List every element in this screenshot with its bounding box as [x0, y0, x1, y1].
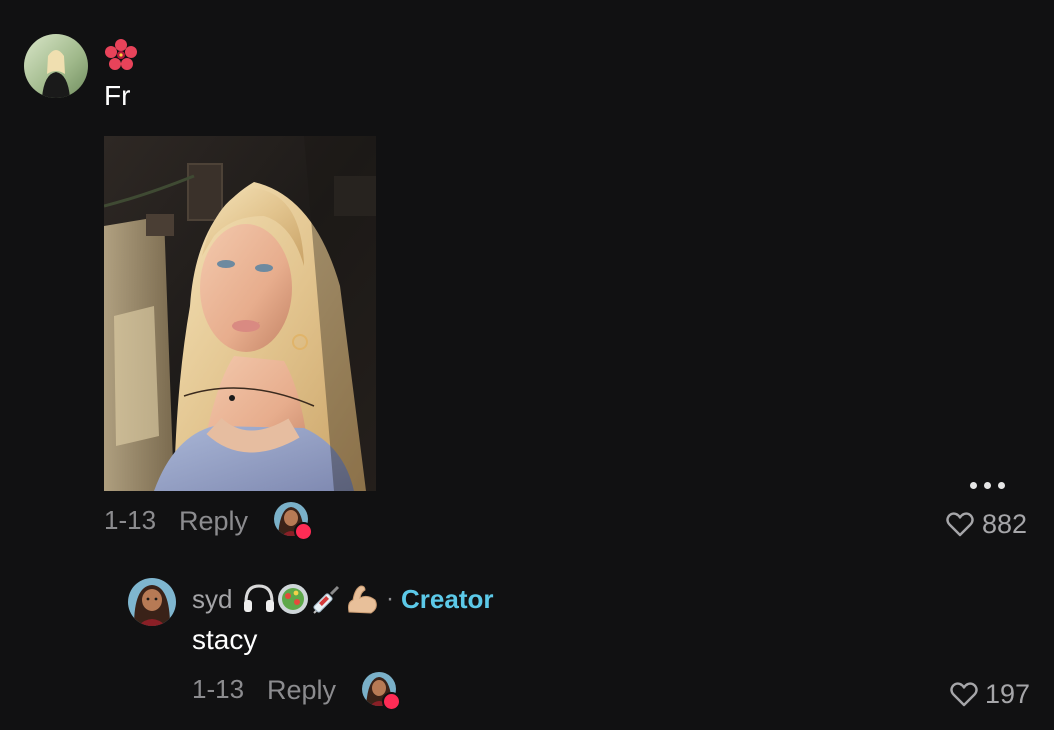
- username-emoji: [104, 38, 138, 79]
- reply-username[interactable]: syd: [192, 584, 232, 614]
- reply-text: stacy: [192, 624, 258, 655]
- salad-icon: [278, 584, 308, 614]
- reply-username-emojis: [243, 582, 381, 616]
- headphones-icon: [244, 584, 274, 612]
- syringe-icon: [313, 585, 340, 614]
- reply-liked-heart-icon: [382, 692, 401, 711]
- creator-liked-badge: [274, 502, 313, 541]
- reply-like-heart-icon[interactable]: [950, 681, 978, 712]
- comment-photo[interactable]: [104, 136, 376, 491]
- comment-like-count: 882: [982, 509, 1028, 539]
- creator-badge: Creator: [401, 584, 494, 614]
- reply-date: 1-13: [192, 674, 245, 704]
- reply-like-count: 197: [985, 679, 1031, 709]
- comment-reply-button[interactable]: Reply: [179, 505, 248, 537]
- reply-reply-button[interactable]: Reply: [267, 674, 336, 706]
- flexed-biceps-icon: [348, 585, 377, 614]
- reply-avatar[interactable]: [128, 578, 176, 626]
- comment-text: Fr: [104, 80, 131, 111]
- reply-creator-liked-badge: [362, 672, 401, 711]
- hibiscus-icon: [105, 39, 137, 70]
- reply-separator: ·: [386, 585, 394, 612]
- comment-date: 1-13: [104, 505, 157, 535]
- comments-panel: Fr 1-13 Reply 882 syd · Creator stacy 1-…: [0, 0, 1054, 730]
- liked-heart-icon: [294, 522, 313, 541]
- more-options-icon[interactable]: [970, 482, 1005, 489]
- commenter-avatar[interactable]: [24, 34, 88, 98]
- comment-like-heart-icon[interactable]: [946, 511, 974, 542]
